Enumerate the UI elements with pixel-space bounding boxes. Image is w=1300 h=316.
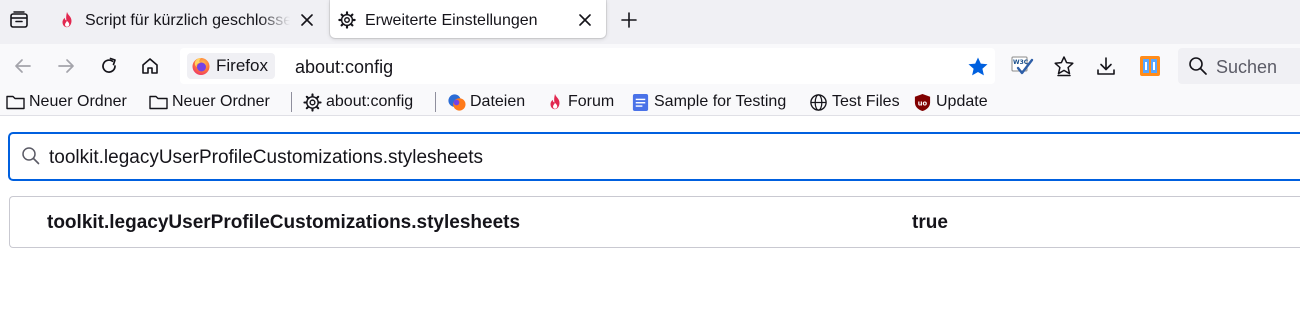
new-tab-button[interactable] <box>617 8 641 32</box>
svg-text:W3C: W3C <box>1013 59 1029 66</box>
star-outline-icon <box>1054 56 1074 77</box>
home-button[interactable] <box>138 54 162 78</box>
identity-box[interactable]: Firefox <box>187 53 275 79</box>
bookmark-star-button[interactable] <box>967 56 989 78</box>
bookmark-label: about:config <box>326 93 414 110</box>
bookmark-sample-for-testing[interactable]: Sample for Testing <box>631 90 786 114</box>
close-tab-button[interactable] <box>576 11 594 29</box>
bookmark-forum[interactable]: Forum <box>545 90 614 114</box>
firefox-logo-icon <box>192 58 210 75</box>
svg-text:uo: uo <box>918 99 928 107</box>
close-icon <box>579 14 591 26</box>
bookmark-label: Test Files <box>832 93 900 110</box>
preference-search-input[interactable]: toolkit.legacyUserProfileCustomizations.… <box>8 132 1300 181</box>
tab-recently-closed-script[interactable]: Script für kürzlich geschlossene Tabs <box>50 0 324 40</box>
arrow-left-icon <box>15 59 31 73</box>
bookmark-label: Neuer Ordner <box>29 93 127 110</box>
bookmark-folder-neuer-ordner-2[interactable]: Neuer Ordner <box>149 90 270 114</box>
gear-icon <box>303 92 322 112</box>
folder-icon <box>149 93 168 112</box>
about-config-page: toolkit.legacyUserProfileCustomizations.… <box>0 117 1300 316</box>
bookmark-test-files[interactable]: Test Files <box>809 90 900 114</box>
search-icon <box>1189 57 1207 75</box>
bookmark-label: Forum <box>568 93 615 110</box>
close-icon <box>301 14 313 26</box>
bookmark-folder-neuer-ordner[interactable]: Neuer Ordner <box>6 90 127 114</box>
arrow-right-icon <box>58 59 74 73</box>
navigation-toolbar: Firefox about:config W3C Suchen <box>0 44 1300 88</box>
bookmark-dateien[interactable]: Dateien <box>447 90 525 114</box>
url-text[interactable]: about:config <box>295 56 393 78</box>
back-button[interactable] <box>11 54 35 78</box>
bookmark-update[interactable]: uo Update <box>913 90 988 114</box>
preference-name: toolkit.legacyUserProfileCustomizations.… <box>47 212 521 233</box>
bookmark-label: Update <box>936 93 988 110</box>
bookmark-separator <box>435 92 436 112</box>
preference-value[interactable]: true <box>912 212 948 234</box>
gear-icon <box>338 11 356 29</box>
flame-icon <box>545 93 564 112</box>
bookmark-label: Neuer Ordner <box>172 93 270 110</box>
preference-row[interactable]: toolkit.legacyUserProfileCustomizations.… <box>9 196 1300 248</box>
star-filled-icon <box>968 57 988 76</box>
plus-icon <box>621 12 637 28</box>
download-icon <box>1097 57 1115 75</box>
bookmark-about-config[interactable]: about:config <box>303 90 413 114</box>
w3c-check-icon: W3C <box>1011 56 1034 75</box>
bookmarks-toolbar: Neuer Ordner Neuer Ordner about:config D… <box>0 88 1300 116</box>
close-tab-button[interactable] <box>298 11 316 29</box>
document-icon <box>631 93 650 112</box>
tab-title: Script für kürzlich geschlossene Tabs <box>85 12 290 29</box>
bookmark-separator <box>291 92 292 112</box>
preference-search-value[interactable]: toolkit.legacyUserProfileCustomizations.… <box>49 147 483 169</box>
bookmarks-menu-button[interactable] <box>1052 54 1076 78</box>
url-bar[interactable]: Firefox about:config <box>180 48 995 84</box>
search-placeholder: Suchen <box>1216 57 1278 77</box>
search-bar[interactable]: Suchen <box>1178 48 1300 84</box>
globe-icon <box>809 93 828 112</box>
flame-icon <box>62 11 72 28</box>
downloads-button[interactable] <box>1094 54 1118 78</box>
home-icon <box>142 58 158 74</box>
ublock-icon: uo <box>913 93 932 112</box>
files-icon <box>447 93 466 112</box>
extension-icon <box>1140 56 1160 76</box>
folder-icon <box>6 93 25 112</box>
bookmark-label: Dateien <box>470 93 526 110</box>
tab-advanced-settings[interactable]: Erweiterte Einstellungen <box>330 0 606 38</box>
identity-label: Firefox <box>216 56 268 75</box>
reload-icon <box>102 57 116 73</box>
tab-strip: Script für kürzlich geschlossene Tabs Er… <box>0 0 1300 44</box>
forward-button[interactable] <box>54 54 78 78</box>
bookmark-label: Sample for Testing <box>654 93 787 110</box>
extension-button[interactable] <box>1138 54 1162 78</box>
reload-button[interactable] <box>97 54 121 78</box>
tab-title: Erweiterte Einstellungen <box>365 12 538 29</box>
w3c-validator-extension-button[interactable]: W3C <box>1010 54 1034 78</box>
tab-list-icon <box>10 11 28 28</box>
search-icon <box>22 147 40 165</box>
firefox-view-button[interactable] <box>5 5 33 35</box>
